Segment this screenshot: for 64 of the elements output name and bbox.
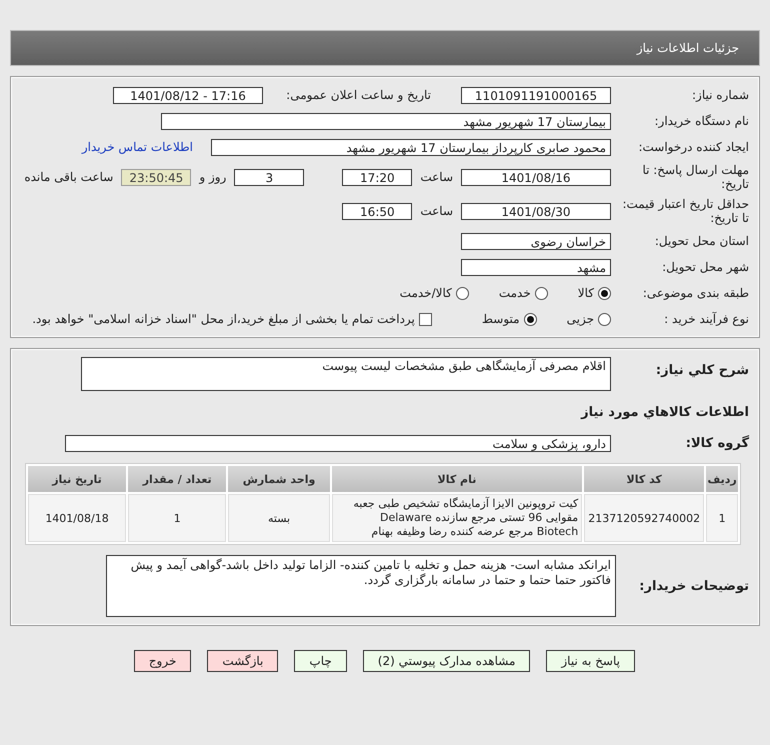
contact-link[interactable]: اطلاعات تماس خریدار [82,140,193,154]
field-label: مهلت ارسال پاسخ: تا تاریخ: [641,163,749,191]
radio-button[interactable] [456,286,469,300]
description-field: اقلام مصرفی آزمایشگاهی طبق مشخصات لیست پیوست [81,357,611,391]
column-header: واحد شمارش [228,466,330,492]
checkbox-label: پرداخت تمام یا بخشی از مبلغ خرید،از محل "اسناد خزانه اسلامی" خواهد بود. [32,312,415,326]
section-title: اطلاعات كالاهاي مورد نياز [581,404,749,420]
radio-label: متوسط [482,312,520,326]
action-button[interactable]: پاسخ به نیاز [546,650,635,672]
radio-button[interactable] [598,312,611,326]
field-label: گروه كالا: [684,436,749,450]
radio-label: خدمت [498,286,531,300]
field-value: خراسان رضوی [461,232,611,250]
field-value: 1101091191000165 [461,86,611,104]
action-button[interactable]: بازگشت [207,650,278,672]
table-cell: بسته [228,494,330,542]
field-label: تاریخ و ساعت اعلان عمومی: [285,88,431,102]
field-value: دارو، پزشکی و سلامت [65,434,611,452]
time-field: 17:20 [342,168,412,186]
date-field: 1401/08/16 [461,168,611,186]
time-field: 16:50 [342,202,412,220]
checkbox[interactable] [418,312,432,326]
table-cell: 1 [706,494,738,542]
field-label: شرح كلي نياز: [654,362,749,378]
column-header: تاریخ نیاز [28,466,126,492]
field-label: توضیحات خریدار: [638,578,749,594]
column-header: تعداد / مقدار [128,466,226,492]
date-field: 1401/08/30 [461,202,611,220]
radio-button[interactable] [534,286,548,300]
notes-field: ایرانکد مشابه است- هزینه حمل و تخلیه با تامین کننده- الزاما تولید داخل باشد-گواهی آیمد و پیش فاکتور حتما حتما و حتما در سامانه بارگزاری گردد. [106,555,616,617]
radio-button[interactable] [598,286,611,300]
table-cell: 1 [128,494,226,542]
action-button[interactable]: مشاهده مدارک پیوستي (2) [362,650,530,672]
action-button[interactable]: خروج [134,650,192,672]
field-value: 1401/08/12 - 17:16 [113,86,263,104]
table-cell: کیت تروپونین الایزا آزمایشگاه تشخیص طبی جعبه مقوایی 96 تستی مرجع سازنده Delaware Biotech مرجع عرضه کننده رضا وظیفه بهنام [332,494,582,542]
days-field: 3 [234,168,304,186]
remaining-time: 23:50:45 [121,168,192,186]
field-label: نوع فرآیند خرید : [663,312,749,326]
field-label: نام دستگاه خریدار: [654,114,749,128]
field-label: روز و [199,170,226,184]
field-label: طبقه بندی موضوعی: [642,286,749,300]
radio-button[interactable] [524,312,537,326]
radio-label: کالا [578,286,594,300]
field-label: شماره نیاز: [691,88,749,102]
radio-label: جزیی [566,312,594,326]
field-label: ساعت باقی مانده [24,170,114,184]
page-title: جزئیات اطلاعات نیاز [636,41,739,55]
column-header: ردیف [706,466,738,492]
field-value: بیمارستان 17 شهریور مشهد [161,112,611,130]
radio-label: کالا/خدمت [400,286,452,300]
field-value: محمود صابری کارپرداز بیمارستان 17 شهریور مشهد [211,138,611,156]
table-cell: 1401/08/18 [28,494,126,542]
action-button[interactable]: چاپ [294,650,347,672]
field-label: ساعت [420,204,453,218]
table-cell: 2137120592740002 [584,494,704,542]
field-label: استان محل تحویل: [654,234,749,248]
field-value: مشهد [461,258,611,276]
field-label: ساعت [420,170,453,184]
field-label: شهر محل تحویل: [661,260,749,274]
column-header: نام کالا [332,466,582,492]
field-label: ایجاد کننده درخواست: [637,140,749,154]
column-header: کد کالا [584,466,704,492]
field-label: حداقل تاریخ اعتبار قیمت: تا تاریخ: [621,197,749,225]
